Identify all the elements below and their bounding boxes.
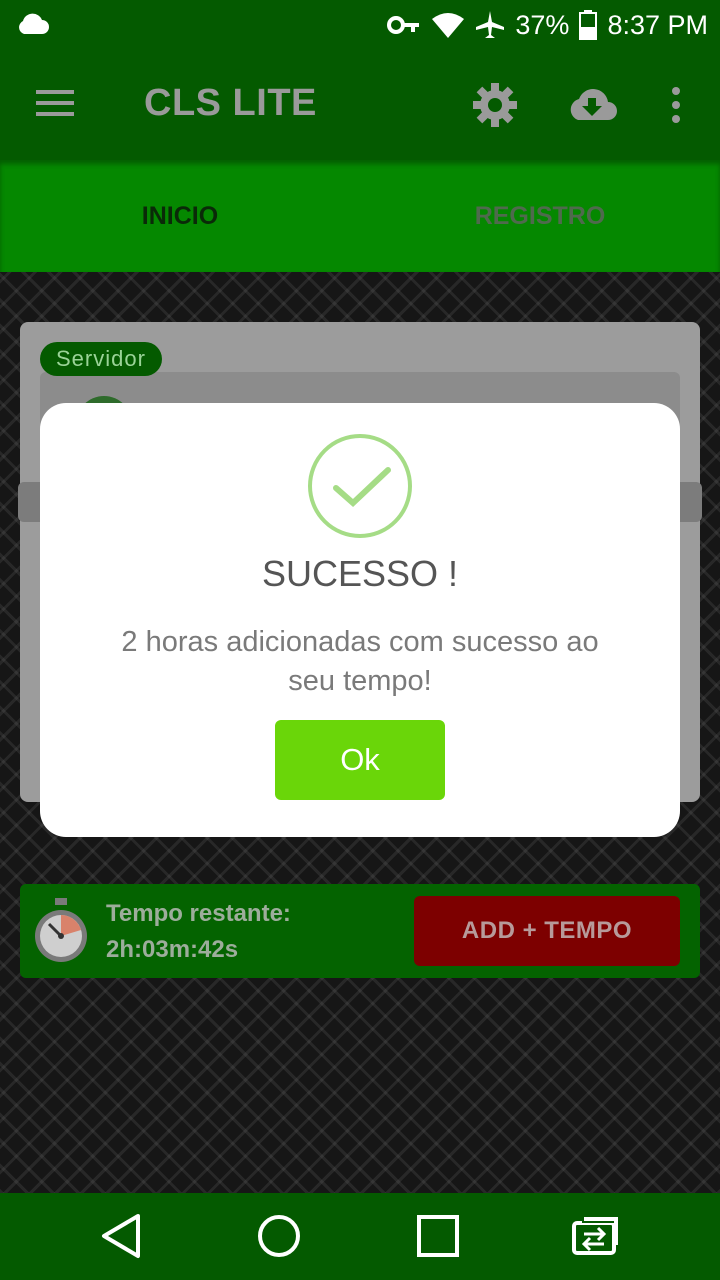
dialog-title: SUCESSO ! xyxy=(261,553,459,594)
dialog-message: 2 horas adicionadas com sucesso ao seu t… xyxy=(121,626,599,697)
success-check-icon xyxy=(308,434,412,538)
recents-icon[interactable] xyxy=(416,1213,460,1259)
back-icon[interactable] xyxy=(100,1213,142,1259)
success-dialog: SUCESSO ! 2 horas adicionadas com sucess… xyxy=(40,403,680,837)
ok-button[interactable]: Ok xyxy=(275,720,445,800)
home-icon[interactable] xyxy=(257,1213,301,1259)
system-nav-bar xyxy=(0,1193,720,1280)
switch-app-icon[interactable] xyxy=(570,1213,624,1259)
